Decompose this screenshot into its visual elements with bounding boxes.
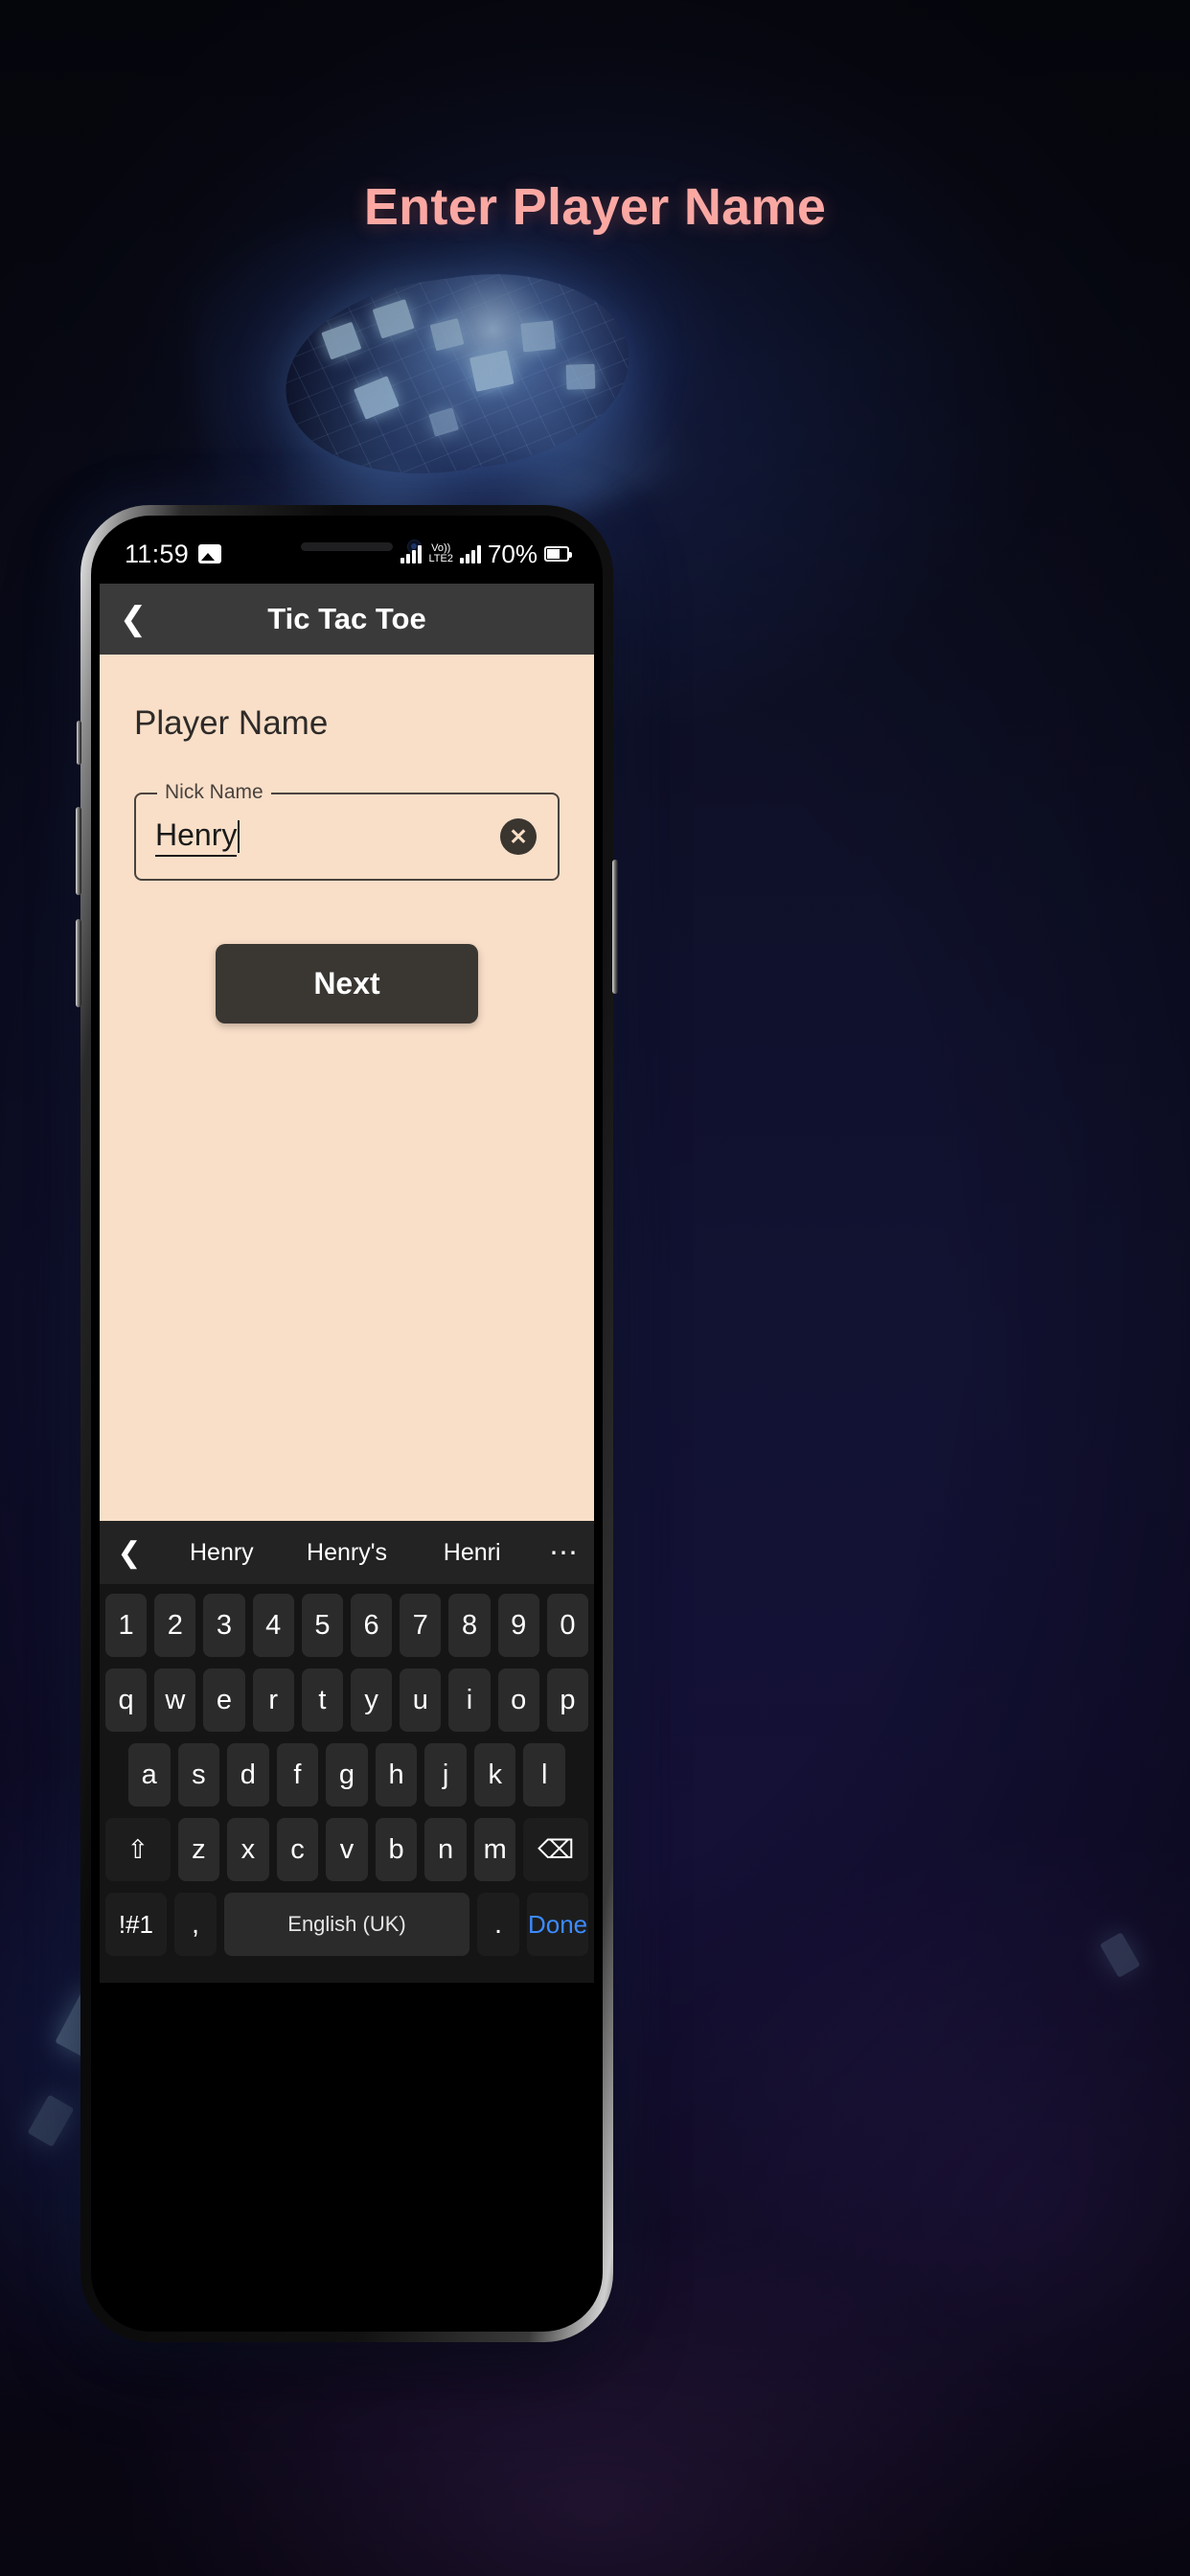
key-k[interactable]: k — [473, 1743, 516, 1806]
keyboard-suggestion-bar: ❮ Henry Henry's Henri ⋯ — [100, 1521, 594, 1584]
content-area: Player Name Nick Name Henry ✕ Next — [100, 655, 594, 1521]
key-i[interactable]: i — [448, 1668, 491, 1732]
signal-bars-icon-1 — [400, 544, 423, 564]
key-2[interactable]: 2 — [154, 1594, 196, 1657]
comma-key[interactable]: , — [173, 1893, 217, 1956]
phone-volume-up-button — [76, 807, 81, 895]
key-g[interactable]: g — [326, 1743, 368, 1806]
key-1[interactable]: 1 — [104, 1594, 148, 1657]
signal-bars-icon-2 — [459, 544, 481, 564]
key-8[interactable]: 8 — [448, 1594, 491, 1657]
shift-arrow-icon[interactable]: ⇧ — [105, 1818, 171, 1881]
keyboard-row-bottom: !#1 , English (UK) . Done — [105, 1893, 589, 1956]
nick-name-value: Henry — [155, 817, 238, 857]
phone-mockup: 11:59 Vo)) LTE2 70% ❮ Tic Tac Toe Player… — [76, 505, 618, 2342]
page-heading: Player Name — [134, 704, 329, 742]
text-caret — [238, 820, 240, 853]
key-h[interactable]: h — [375, 1743, 418, 1806]
key-f[interactable]: f — [276, 1743, 319, 1806]
key-w[interactable]: w — [154, 1668, 196, 1732]
more-horizontal-icon[interactable]: ⋯ — [535, 1536, 594, 1570]
phone-volume-down-button — [76, 919, 81, 1007]
key-b[interactable]: b — [375, 1818, 418, 1881]
app-bar-title: Tic Tac Toe — [267, 602, 426, 635]
close-circle-icon[interactable]: ✕ — [500, 818, 537, 855]
key-t[interactable]: t — [301, 1668, 343, 1732]
keyboard-row-numbers: 1 2 3 4 5 6 7 8 9 0 — [104, 1594, 589, 1657]
key-d[interactable]: d — [227, 1743, 269, 1806]
key-q[interactable]: q — [104, 1668, 148, 1732]
key-9[interactable]: 9 — [497, 1594, 539, 1657]
key-r[interactable]: r — [252, 1668, 294, 1732]
key-m[interactable]: m — [473, 1818, 516, 1881]
key-u[interactable]: u — [400, 1668, 442, 1732]
done-key[interactable]: Done — [527, 1893, 589, 1956]
key-6[interactable]: 6 — [351, 1594, 393, 1657]
key-z[interactable]: z — [177, 1818, 220, 1881]
key-j[interactable]: j — [424, 1743, 467, 1806]
key-5[interactable]: 5 — [301, 1594, 343, 1657]
back-button[interactable]: ❮ — [100, 600, 167, 638]
suggestion-item-2[interactable]: Henry's — [285, 1539, 410, 1567]
key-a[interactable]: a — [127, 1743, 171, 1806]
period-key[interactable]: . — [476, 1893, 520, 1956]
key-o[interactable]: o — [497, 1668, 539, 1732]
key-0[interactable]: 0 — [546, 1594, 589, 1657]
image-icon — [198, 544, 222, 564]
key-3[interactable]: 3 — [203, 1594, 245, 1657]
key-7[interactable]: 7 — [400, 1594, 442, 1657]
key-x[interactable]: x — [227, 1818, 269, 1881]
key-n[interactable]: n — [424, 1818, 467, 1881]
nick-name-label: Nick Name — [157, 781, 271, 804]
keyboard-row-qwerty: q w e r t y u i o p — [104, 1668, 589, 1732]
backspace-icon[interactable]: ⌫ — [523, 1818, 588, 1881]
key-l[interactable]: l — [523, 1743, 566, 1806]
nick-name-input[interactable]: Nick Name Henry ✕ — [134, 781, 560, 881]
suggestion-back-icon[interactable]: ❮ — [100, 1536, 159, 1570]
status-bar: 11:59 Vo)) LTE2 70% — [100, 524, 594, 584]
suggestion-item-3[interactable]: Henri — [409, 1539, 535, 1567]
earpiece-speaker — [301, 542, 393, 551]
phone-mute-button — [77, 721, 81, 765]
battery-icon — [544, 546, 572, 562]
volte-icon: Vo)) LTE2 — [428, 542, 453, 564]
status-time: 11:59 — [125, 539, 190, 568]
on-screen-keyboard: 1 2 3 4 5 6 7 8 9 0 q w e r t y u i o p … — [100, 1584, 594, 1983]
phone-screen: 11:59 Vo)) LTE2 70% ❮ Tic Tac Toe Player… — [100, 524, 594, 2323]
suggestion-item-1[interactable]: Henry — [159, 1539, 285, 1567]
nick-name-field-wrapper: Nick Name Henry ✕ — [134, 781, 560, 881]
key-4[interactable]: 4 — [252, 1594, 294, 1657]
symbols-key[interactable]: !#1 — [105, 1893, 167, 1956]
space-key[interactable]: English (UK) — [224, 1893, 469, 1956]
key-c[interactable]: c — [276, 1818, 319, 1881]
battery-percent: 70% — [487, 539, 538, 568]
keyboard-row-asdf: a s d f g h j k l — [105, 1743, 588, 1806]
phone-power-button — [612, 860, 618, 994]
app-bar: ❮ Tic Tac Toe — [100, 584, 594, 655]
key-p[interactable]: p — [546, 1668, 589, 1732]
page-title: Enter Player Name — [363, 178, 827, 236]
key-e[interactable]: e — [203, 1668, 245, 1732]
key-s[interactable]: s — [177, 1743, 220, 1806]
next-button[interactable]: Next — [216, 944, 478, 1024]
key-v[interactable]: v — [326, 1818, 368, 1881]
keyboard-row-zxcv: ⇧ z x c v b n m ⌫ — [105, 1818, 588, 1881]
key-y[interactable]: y — [351, 1668, 393, 1732]
